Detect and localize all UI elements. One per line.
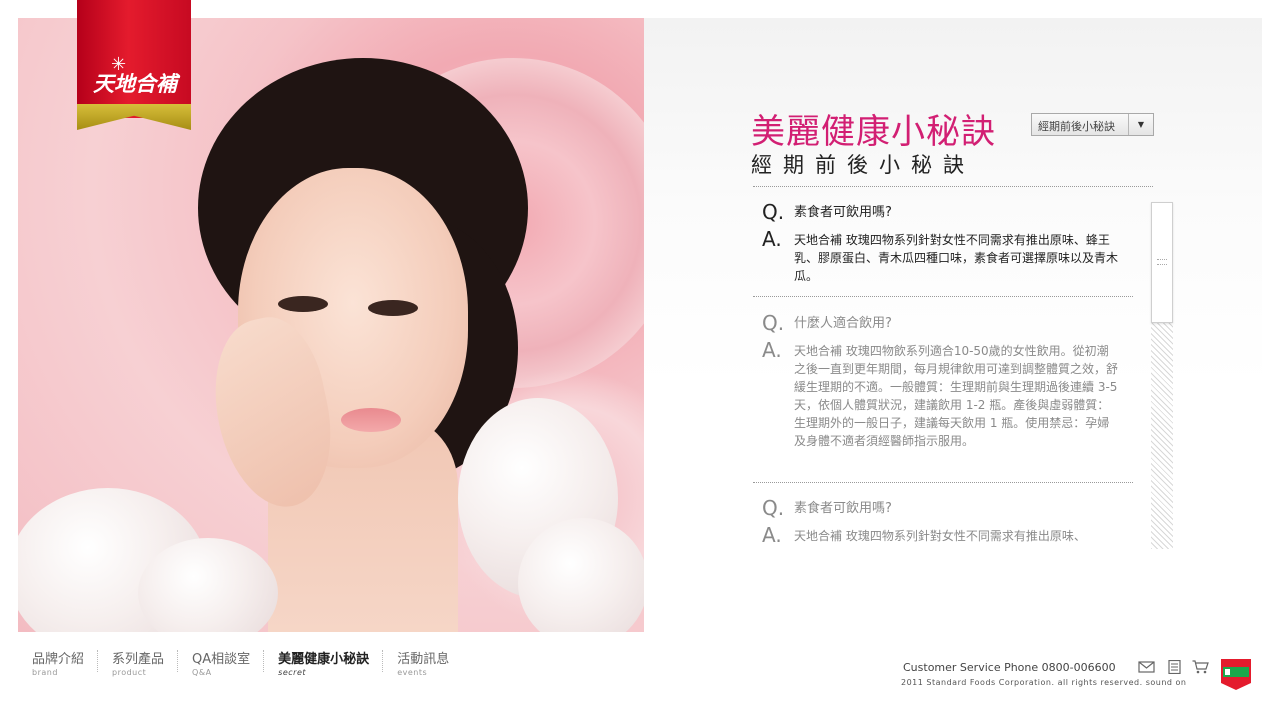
divider-top — [753, 186, 1153, 187]
question-text: 素食者可飲用嗎? — [794, 205, 892, 220]
nav-item-sublabel: product — [112, 668, 147, 677]
nav-item-label: QA相談室 — [192, 652, 251, 667]
qa-item[interactable]: Q. 素食者可飲用嗎? A. 天地合補 玫瑰四物系列針對女性不同需求有推出原味、蜂王… — [762, 200, 1120, 285]
answer-icon: A. — [762, 523, 782, 547]
nav-item-brand[interactable]: 品牌介紹 brand — [32, 648, 99, 677]
answer-text: 天地合補 玫瑰四物飲系列適合10-50歲的女性飲用。從初潮之後一直到更年期間，每… — [794, 344, 1119, 448]
nav-item-label: 系列產品 — [112, 652, 165, 667]
scrollbar-grip — [1157, 259, 1167, 265]
footer-nav: 品牌介紹 brand 系列產品 product QA相談室 Q&A 美麗健康小秘… — [32, 648, 477, 677]
question-icon: Q. — [762, 496, 785, 520]
logo-text: 天地合補 — [93, 71, 177, 96]
customer-service-phone: Customer Service Phone 0800-006600 — [903, 661, 1116, 674]
scrollbar-thumb[interactable] — [1151, 202, 1173, 323]
nav-item-label: 美麗健康小秘訣 — [278, 652, 370, 667]
brand-logo[interactable]: ✳ 天地合補 — [77, 0, 191, 130]
category-select-value: 經期前後小秘訣 — [1038, 120, 1115, 133]
cart-icon[interactable] — [1192, 660, 1209, 674]
main-stage: 美麗健康小秘訣 經期前後小秘訣 經期前後小秘訣 ▼ Q. 素食者可飲用嗎? A. 天… — [18, 18, 1262, 632]
divider — [753, 482, 1133, 483]
answer-icon: A. — [762, 338, 782, 362]
question-icon: Q. — [762, 200, 785, 224]
copyright-text: 2011 Standard Foods Corporation. all rig… — [901, 678, 1187, 687]
nav-item-secret[interactable]: 美麗健康小秘訣 secret — [278, 648, 384, 677]
page-title: 美麗健康小秘訣 — [751, 112, 996, 152]
qa-item[interactable]: Q. 什麼人適合飲用? A. 天地合補 玫瑰四物飲系列適合10-50歲的女性飲用。從… — [762, 311, 1120, 450]
divider — [753, 296, 1133, 297]
nav-item-sublabel: Q&A — [192, 668, 212, 677]
answer-text: 天地合補 玫瑰四物系列針對女性不同需求有推出原味、 — [794, 529, 1086, 543]
nav-item-sublabel: brand — [32, 668, 58, 677]
nav-item-qa[interactable]: QA相談室 Q&A — [192, 648, 265, 677]
qa-item[interactable]: Q. 素食者可飲用嗎? A. 天地合補 玫瑰四物系列針對女性不同需求有推出原味、 — [762, 496, 1120, 547]
answer-icon: A. — [762, 227, 782, 251]
logo-ribbon — [77, 0, 191, 118]
nav-item-label: 活動訊息 — [397, 652, 450, 667]
question-text: 素食者可飲用嗎? — [794, 501, 892, 516]
standard-foods-logo[interactable] — [1219, 657, 1253, 691]
nav-item-product[interactable]: 系列產品 product — [112, 648, 179, 677]
mail-icon[interactable] — [1138, 660, 1155, 674]
nav-item-events[interactable]: 活動訊息 events — [397, 648, 463, 677]
answer-text: 天地合補 玫瑰四物系列針對女性不同需求有推出原味、蜂王乳、膠原蛋白、青木瓜四種口… — [794, 233, 1119, 283]
document-icon[interactable] — [1166, 660, 1183, 674]
nav-item-sublabel: secret — [278, 668, 307, 677]
category-select[interactable]: 經期前後小秘訣 ▼ — [1031, 113, 1154, 136]
nav-item-sublabel: events — [397, 668, 428, 677]
question-text: 什麼人適合飲用? — [794, 316, 892, 331]
content-panel: 美麗健康小秘訣 經期前後小秘訣 經期前後小秘訣 ▼ Q. 素食者可飲用嗎? A. 天… — [644, 18, 1262, 632]
question-icon: Q. — [762, 311, 785, 335]
chevron-down-icon[interactable]: ▼ — [1128, 114, 1153, 135]
page-subtitle: 經期前後小秘訣 — [751, 153, 975, 177]
nav-item-label: 品牌介紹 — [32, 652, 85, 667]
